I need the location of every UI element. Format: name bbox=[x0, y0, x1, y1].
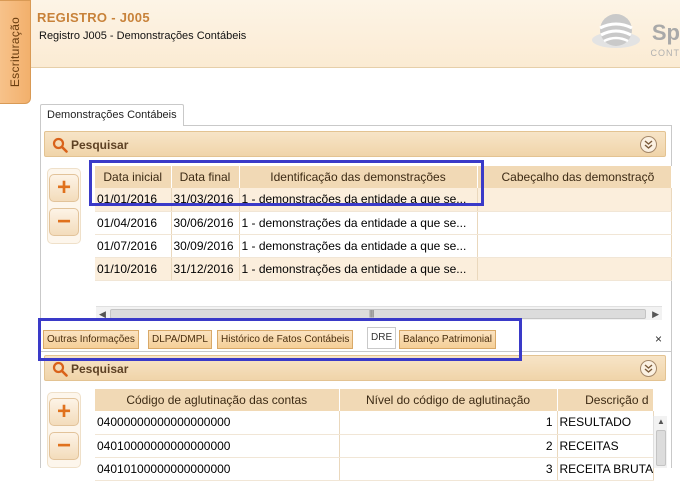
table-row[interactable]: 04000000000000000000 1 RESULTADO bbox=[95, 411, 653, 434]
side-tab-escrituracao[interactable]: Escrituração bbox=[0, 0, 31, 104]
horizontal-scrollbar[interactable]: ◀ |||| ▶ bbox=[96, 306, 662, 320]
expand-toggle-button[interactable] bbox=[640, 360, 657, 377]
dre-table: Código de aglutinação das contas Nível d… bbox=[95, 389, 654, 481]
add-button[interactable]: + bbox=[49, 174, 79, 202]
table-row[interactable]: 01/01/2016 31/03/2016 1 - demonstrações … bbox=[95, 188, 671, 211]
search-bar-dre[interactable]: Pesquisar bbox=[44, 355, 666, 381]
tab-label: Balanço Patrimonial bbox=[403, 334, 492, 345]
column-header[interactable]: Identificação das demonstrações bbox=[239, 166, 477, 188]
table-cell: 1 - demonstrações da entidade a que se..… bbox=[239, 234, 477, 257]
scroll-right-arrow-icon[interactable]: ▶ bbox=[652, 309, 659, 320]
demonstracoes-table: Data inicial Data final Identificação da… bbox=[95, 166, 672, 281]
tab-balanco-patrimonial[interactable]: Balanço Patrimonial bbox=[399, 330, 496, 349]
table-cell: 01/10/2016 bbox=[95, 257, 171, 280]
expand-toggle-button[interactable] bbox=[640, 136, 657, 153]
company-logo: Sp CONT bbox=[590, 6, 680, 62]
tab-demonstracoes-contabeis[interactable]: Demonstrações Contábeis bbox=[40, 104, 184, 126]
double-chevron-down-icon bbox=[643, 139, 654, 150]
table-row[interactable]: 04010000000000000000 2 RECEITAS bbox=[95, 434, 653, 457]
vertical-scrollbar[interactable]: ▲ bbox=[653, 416, 667, 468]
tab-historico-fatos-contabeis[interactable]: Histórico de Fatos Contábeis bbox=[217, 330, 353, 349]
table-cell: 1 - demonstrações da entidade a que se..… bbox=[239, 188, 477, 211]
table-cell: 1 bbox=[339, 411, 557, 434]
table-cell: 04000000000000000000 bbox=[95, 411, 339, 434]
table-cell: 1 - demonstrações da entidade a que se..… bbox=[239, 257, 477, 280]
page-header: REGISTRO - J005 Registro J005 - Demonstr… bbox=[31, 0, 680, 68]
minus-icon: − bbox=[50, 206, 78, 238]
tab-dlpa-dmpl[interactable]: DLPA/DMPL bbox=[148, 330, 212, 349]
grip-icon: |||| bbox=[369, 309, 373, 318]
minus-icon: − bbox=[50, 430, 78, 462]
plus-icon: + bbox=[50, 172, 78, 204]
table-row[interactable]: 01/04/2016 30/06/2016 1 - demonstrações … bbox=[95, 211, 671, 234]
tab-label: Demonstrações Contábeis bbox=[47, 109, 177, 121]
table-cell: 30/09/2016 bbox=[171, 234, 239, 257]
table-cell: RECEITA BRUTA bbox=[557, 457, 653, 480]
table-cell bbox=[477, 188, 671, 211]
table-cell: RECEITAS bbox=[557, 434, 653, 457]
logo-text: Sp bbox=[652, 20, 680, 46]
table-cell: 04010100000000000000 bbox=[95, 457, 339, 480]
column-header[interactable]: Nível do código de aglutinação bbox=[339, 389, 557, 411]
table-cell: 2 bbox=[339, 434, 557, 457]
remove-button[interactable]: − bbox=[49, 432, 79, 460]
scroll-up-arrow-icon[interactable]: ▲ bbox=[657, 417, 665, 426]
plus-icon: + bbox=[50, 396, 78, 428]
table-cell: 1 - demonstrações da entidade a que se..… bbox=[239, 211, 477, 234]
table-cell: 30/06/2016 bbox=[171, 211, 239, 234]
column-header[interactable]: Data final bbox=[171, 166, 239, 188]
column-header[interactable]: Descrição d bbox=[557, 389, 653, 411]
column-header[interactable]: Data inicial bbox=[95, 166, 171, 188]
tab-label: Histórico de Fatos Contábeis bbox=[221, 334, 349, 345]
tab-label: DRE bbox=[371, 332, 392, 343]
table-row[interactable]: 01/10/2016 31/12/2016 1 - demonstrações … bbox=[95, 257, 671, 280]
tab-dre[interactable]: DRE bbox=[367, 327, 396, 349]
search-bar-demonstracoes[interactable]: Pesquisar bbox=[44, 131, 666, 157]
logo-sphere-icon bbox=[590, 10, 646, 54]
scrollbar-thumb[interactable]: |||| bbox=[110, 309, 646, 319]
table-row[interactable]: 04010100000000000000 3 RECEITA BRUTA bbox=[95, 457, 653, 480]
table-cell: 3 bbox=[339, 457, 557, 480]
table-row[interactable]: 01/07/2016 30/09/2016 1 - demonstrações … bbox=[95, 234, 671, 257]
table-cell: 04010000000000000000 bbox=[95, 434, 339, 457]
search-icon bbox=[52, 361, 68, 377]
tab-divider bbox=[40, 351, 672, 352]
tab-outras-informacoes[interactable]: Outras Informações bbox=[43, 330, 139, 349]
table-header-row: Data inicial Data final Identificação da… bbox=[95, 166, 671, 188]
table-cell: RESULTADO bbox=[557, 411, 653, 434]
table-header-row: Código de aglutinação das contas Nível d… bbox=[95, 389, 653, 411]
double-chevron-down-icon bbox=[643, 363, 654, 374]
table-cell bbox=[477, 257, 671, 280]
table-cell: 01/01/2016 bbox=[95, 188, 171, 211]
remove-button[interactable]: − bbox=[49, 208, 79, 236]
table-cell: 01/04/2016 bbox=[95, 211, 171, 234]
table-cell: 31/03/2016 bbox=[171, 188, 239, 211]
tab-label: Outras Informações bbox=[47, 334, 135, 345]
add-button[interactable]: + bbox=[49, 398, 79, 426]
column-header[interactable]: Cabeçalho das demonstraçõ bbox=[477, 166, 671, 188]
scroll-left-arrow-icon[interactable]: ◀ bbox=[99, 309, 106, 320]
search-label: Pesquisar bbox=[71, 362, 128, 376]
side-tab-label: Escrituração bbox=[8, 17, 22, 87]
table-cell: 01/07/2016 bbox=[95, 234, 171, 257]
table-cell bbox=[477, 234, 671, 257]
page-subtitle: Registro J005 - Demonstrações Contábeis bbox=[39, 30, 246, 42]
search-icon bbox=[52, 137, 68, 153]
page-title: REGISTRO - J005 bbox=[37, 10, 150, 25]
table-cell bbox=[477, 211, 671, 234]
close-icon[interactable]: × bbox=[655, 332, 662, 346]
table-cell: 31/12/2016 bbox=[171, 257, 239, 280]
scrollbar-thumb[interactable] bbox=[656, 430, 666, 466]
tab-label: DLPA/DMPL bbox=[152, 334, 208, 345]
logo-subtext: CONT bbox=[651, 48, 680, 58]
column-header[interactable]: Código de aglutinação das contas bbox=[95, 389, 339, 411]
search-label: Pesquisar bbox=[71, 138, 128, 152]
